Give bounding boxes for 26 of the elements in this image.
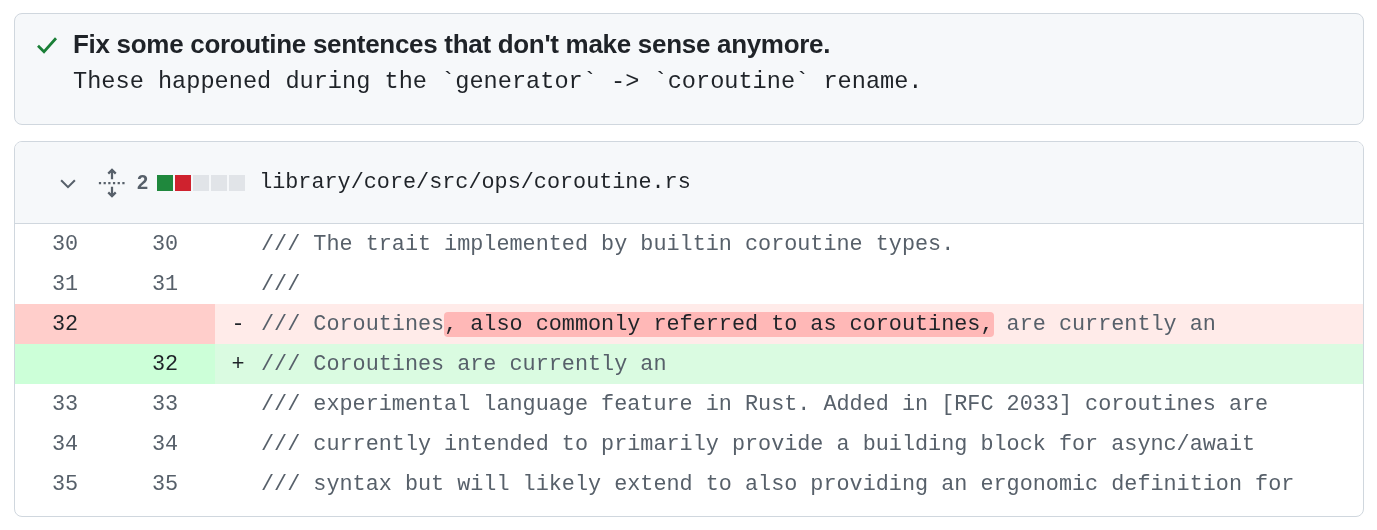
diff-sign: + <box>230 351 246 377</box>
change-count: 2 <box>137 171 149 194</box>
line-number: 31 <box>150 271 180 297</box>
line-number: 34 <box>50 431 80 457</box>
code-line: /// <box>261 271 301 297</box>
code-line: /// currently intended to primarily provide a building block for async/await <box>261 431 1256 457</box>
line-number: 30 <box>50 231 80 257</box>
line-number: 35 <box>150 471 180 497</box>
line-number: 32 <box>150 351 180 377</box>
diff-sign: - <box>230 311 246 337</box>
commit-title: Fix some coroutine sentences that don't make sense anymore. <box>73 29 831 60</box>
line-number: 35 <box>50 471 80 497</box>
line-number: 31 <box>50 271 80 297</box>
file-path[interactable]: library/core/src/ops/coroutine.rs <box>259 170 691 195</box>
code-line: /// syntax but will likely extend to also providing an ergonomic definition for <box>261 471 1295 497</box>
line-number: 30 <box>150 231 180 257</box>
expand-icon <box>97 167 127 198</box>
code-line: /// The trait implemented by builtin coroutine types. <box>261 231 955 257</box>
line-number: 32 <box>50 311 80 337</box>
code-line: /// experimental language feature in Rust. Added in [RFC 2033] coroutines are <box>261 391 1269 417</box>
line-number: 33 <box>150 391 180 417</box>
code-line: /// Coroutines, also commonly referred to as coroutines, are currently an <box>261 311 1216 337</box>
commit-message: These happened during the `generator` -> `coroutine` rename. <box>73 68 924 95</box>
line-number: 33 <box>50 391 80 417</box>
line-number: 34 <box>150 431 180 457</box>
code-line: /// Coroutines are currently an <box>261 351 667 377</box>
